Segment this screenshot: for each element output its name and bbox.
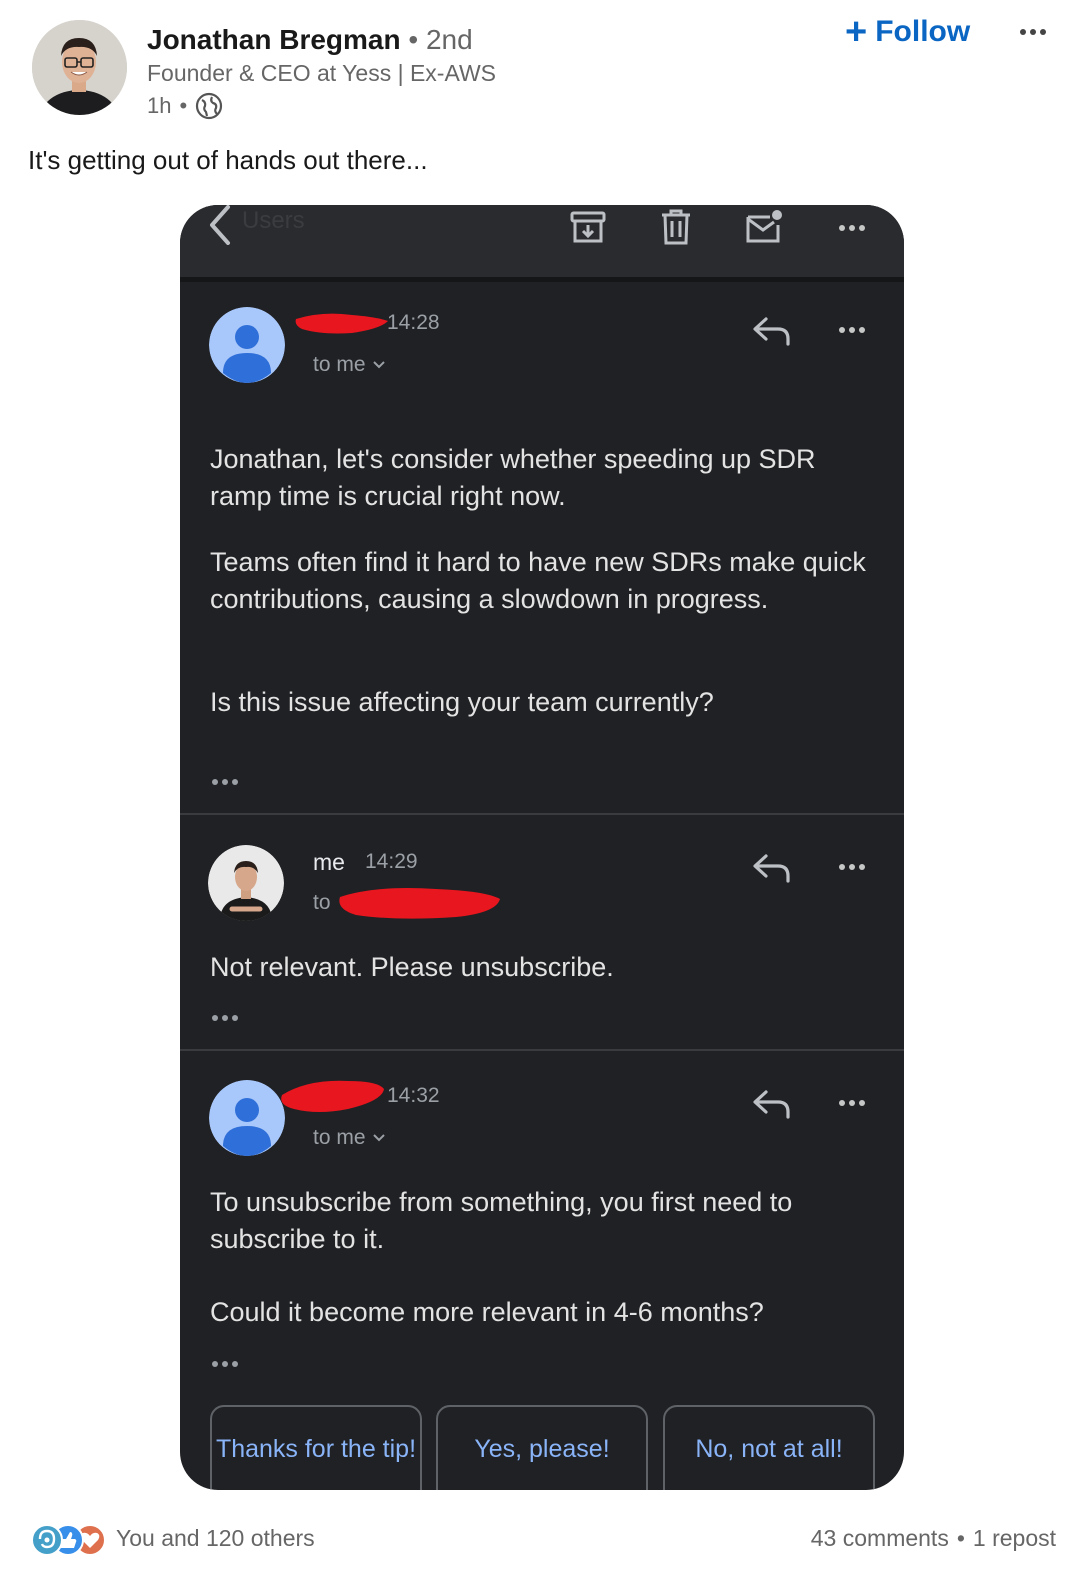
back-label: Users <box>242 207 305 234</box>
message-more-icon[interactable] <box>834 857 870 877</box>
recipient-line[interactable]: to <box>313 891 331 915</box>
sender-avatar-icon <box>209 307 285 383</box>
message-body-p1: Not relevant. Please unsubscribe. <box>210 952 614 982</box>
plus-icon: + <box>845 11 868 53</box>
redacted-recipient <box>339 888 500 919</box>
me-avatar-icon <box>208 845 284 921</box>
smart-reply-button[interactable]: Thanks for the tip! <box>210 1405 422 1490</box>
author-line: Jonathan Bregman • 2nd <box>147 22 473 58</box>
author-photo-icon <box>32 20 127 115</box>
toolbar-divider <box>180 277 904 282</box>
reaction-icons[interactable] <box>30 1523 110 1557</box>
archive-icon[interactable] <box>568 207 608 247</box>
toolbar-more-icon[interactable] <box>834 218 870 238</box>
post-header: Jonathan Bregman • 2nd Founder & CEO at … <box>0 0 1092 130</box>
message-more-icon[interactable] <box>834 320 870 340</box>
message-time: 14:32 <box>387 1084 440 1107</box>
footer-dot: • <box>956 1525 965 1551</box>
message-body-p2: Teams often find it hard to have new SDR… <box>210 547 866 614</box>
comments-count[interactable]: 43 comments <box>811 1525 949 1552</box>
post-more-icon[interactable] <box>1015 18 1051 46</box>
connection-degree: 2nd <box>425 24 473 55</box>
author-avatar[interactable] <box>32 20 127 115</box>
smart-reply-button[interactable]: No, not at all! <box>663 1405 875 1490</box>
post-time: 1h <box>147 93 172 118</box>
email-screenshot: Users 14:28 to me Jonathan, let's consid… <box>180 205 904 1490</box>
message-divider <box>180 1049 904 1051</box>
recipient-label: to <box>313 891 331 914</box>
message-body-p1: To unsubscribe from something, you first… <box>210 1187 793 1254</box>
reactions-count[interactable]: You and 120 others <box>116 1525 315 1552</box>
back-arrow-icon[interactable] <box>202 205 242 245</box>
redacted-sender <box>295 313 388 334</box>
post-text: It's getting out of hands out there... <box>28 145 428 175</box>
globe-icon <box>196 92 223 120</box>
trash-icon[interactable] <box>656 207 696 247</box>
sender-avatar-icon <box>209 1080 285 1156</box>
follow-label: Follow <box>875 15 971 48</box>
author-name[interactable]: Jonathan Bregman <box>147 24 401 55</box>
message-body-p3: Is this issue affecting your team curren… <box>210 687 714 717</box>
message-time: 14:28 <box>387 311 440 334</box>
recipient-label: to me <box>313 1126 366 1149</box>
email-toolbar: Users <box>180 205 904 277</box>
chevron-down-icon <box>372 361 385 369</box>
social-counts: You and 120 others 43 comments • 1 repos… <box>0 1515 1092 1565</box>
message-body-p2: Could it become more relevant in 4-6 mon… <box>210 1297 764 1327</box>
meta-dot: • <box>179 93 188 118</box>
chevron-down-icon <box>372 1134 385 1142</box>
recipient-label: to me <box>313 353 366 376</box>
reposts-count[interactable]: 1 repost <box>973 1525 1056 1552</box>
smart-reply-button[interactable]: Yes, please! <box>436 1405 648 1490</box>
recipient-line[interactable]: to me <box>313 353 386 377</box>
recipient-line[interactable]: to me <box>313 1126 386 1150</box>
redacted-sender <box>281 1080 384 1112</box>
show-trimmed-icon[interactable] <box>212 1011 248 1025</box>
reply-icon[interactable] <box>752 315 792 347</box>
separator-dot: • <box>408 24 419 55</box>
mark-unread-icon[interactable] <box>744 207 784 247</box>
follow-button[interactable]: + Follow <box>845 12 970 52</box>
author-headline: Founder & CEO at Yess | Ex-AWS <box>147 60 496 86</box>
engagement-counts: 43 comments • 1 repost <box>811 1525 1056 1552</box>
message-divider <box>180 813 904 815</box>
sender-me: me <box>313 849 345 875</box>
show-trimmed-icon[interactable] <box>212 1357 248 1371</box>
post-meta: 1h • <box>147 92 223 120</box>
message-more-icon[interactable] <box>834 1093 870 1113</box>
reply-icon[interactable] <box>752 852 792 884</box>
message-body-p1: Jonathan, let's consider whether speedin… <box>210 444 816 511</box>
reply-icon[interactable] <box>752 1088 792 1120</box>
message-time: 14:29 <box>365 850 418 873</box>
show-trimmed-icon[interactable] <box>212 775 248 789</box>
